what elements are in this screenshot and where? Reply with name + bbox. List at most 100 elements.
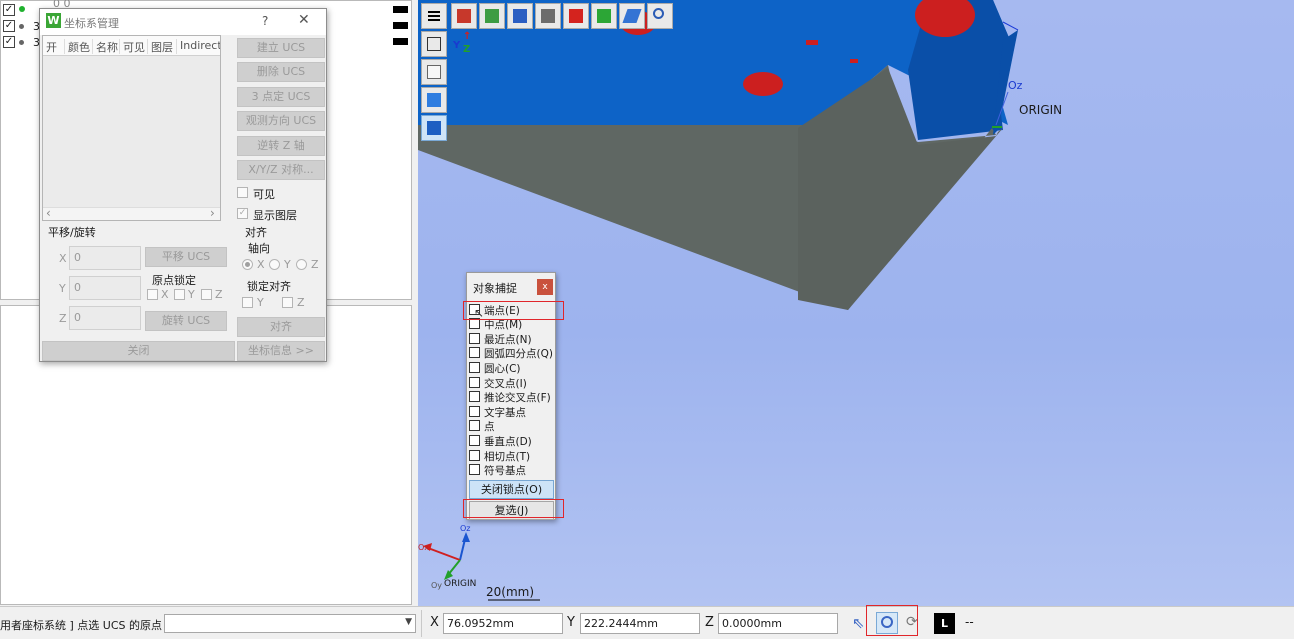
y-coord-field[interactable]: 222.2444mm bbox=[580, 613, 700, 634]
rotate-ucs-button[interactable]: 旋转 UCS bbox=[145, 311, 227, 331]
view-shaded-edges-button[interactable] bbox=[421, 115, 447, 141]
view-front-button[interactable] bbox=[451, 3, 477, 29]
column-header-color[interactable]: 颜色 bbox=[65, 39, 93, 54]
z-offset-input[interactable]: 0 bbox=[69, 306, 141, 330]
snap-item-tangent[interactable]: 相切点(T) bbox=[469, 449, 555, 463]
column-header-visible[interactable]: 可见 bbox=[120, 39, 148, 54]
command-input-combo[interactable]: ▼ bbox=[164, 614, 416, 633]
translate-ucs-button[interactable]: 平移 UCS bbox=[145, 247, 227, 267]
create-ucs-button[interactable]: 建立 UCS bbox=[237, 38, 325, 58]
shaded-edges-icon bbox=[427, 121, 441, 135]
visible-checkbox[interactable] bbox=[237, 187, 248, 198]
three-point-ucs-button[interactable]: 3 点定 UCS bbox=[237, 87, 325, 107]
column-header-layer[interactable]: 图层 bbox=[148, 39, 177, 54]
help-button[interactable]: ? bbox=[262, 14, 268, 28]
snap-checkbox[interactable] bbox=[469, 377, 480, 388]
snap-item-quadrant[interactable]: 圆弧四分点(Q) bbox=[469, 346, 555, 360]
cube-right-icon bbox=[485, 9, 499, 23]
view-left-button[interactable] bbox=[591, 3, 617, 29]
lock-align-y-checkbox[interactable] bbox=[242, 297, 253, 308]
layer-visible-checkbox[interactable]: ✓ bbox=[3, 4, 15, 16]
view-shaded-button[interactable] bbox=[421, 87, 447, 113]
dialog-close-button[interactable]: 关闭 bbox=[42, 341, 235, 361]
lock-x-checkbox[interactable] bbox=[147, 289, 158, 300]
snap-item-nearest[interactable]: 最近点(N) bbox=[469, 332, 555, 346]
snap-item-perpendicular[interactable]: 垂直点(D) bbox=[469, 434, 555, 448]
column-header-name[interactable]: 名称 bbox=[93, 39, 120, 54]
axis-x-radio[interactable] bbox=[242, 259, 253, 270]
dialog-titlebar[interactable]: W 坐标系管理 ? ✕ bbox=[40, 9, 326, 35]
origin-label: ORIGIN bbox=[1019, 103, 1063, 117]
view-top-button[interactable] bbox=[507, 3, 533, 29]
view-rotate-button[interactable] bbox=[535, 3, 561, 29]
lock-align-z-checkbox[interactable] bbox=[282, 297, 293, 308]
layer-visible-checkbox[interactable]: ✓ bbox=[3, 20, 15, 32]
reverse-z-axis-button[interactable]: 逆转 Z 轴 bbox=[237, 136, 325, 156]
lock-z-checkbox[interactable] bbox=[201, 289, 212, 300]
snap-item-symbol-base[interactable]: 符号基点 bbox=[469, 463, 555, 477]
snap-item-text-base[interactable]: 文字基点 bbox=[469, 405, 555, 419]
chevron-down-icon[interactable]: ▼ bbox=[405, 617, 412, 627]
snap-checkbox[interactable] bbox=[469, 362, 480, 373]
snap-off-button[interactable]: 关闭锁点(O) bbox=[469, 480, 554, 499]
mirror-xyz-button[interactable]: X/Y/Z 对称... bbox=[237, 160, 325, 180]
cube-rotate-icon bbox=[541, 9, 555, 23]
scroll-left-icon[interactable]: ‹ bbox=[46, 206, 51, 220]
layer-visible-checkbox[interactable]: ✓ bbox=[3, 36, 15, 48]
delete-ucs-button[interactable]: 删除 UCS bbox=[237, 62, 325, 82]
cube-bottom-icon bbox=[622, 9, 642, 23]
lock-y-checkbox[interactable] bbox=[174, 289, 185, 300]
snap-item-intersection[interactable]: 交叉点(I) bbox=[469, 376, 555, 390]
axis-y-radio[interactable] bbox=[269, 259, 280, 270]
y-coord-label: Y bbox=[567, 615, 575, 630]
layer-badge[interactable]: L bbox=[934, 613, 955, 634]
snap-item-apparent-intersection[interactable]: 推论交叉点(F) bbox=[469, 390, 555, 404]
view-iso-button[interactable] bbox=[421, 31, 447, 57]
z-coord-field[interactable]: 0.0000mm bbox=[718, 613, 838, 634]
snap-checkbox[interactable] bbox=[469, 435, 480, 446]
close-icon[interactable]: ✕ bbox=[298, 12, 310, 28]
column-header-on[interactable]: 开 bbox=[43, 39, 65, 54]
view-direction-ucs-button[interactable]: 观测方向 UCS bbox=[237, 111, 325, 131]
visible-label: 可见 bbox=[253, 188, 275, 201]
active-layer-indicator bbox=[19, 6, 25, 12]
coordinate-info-button[interactable]: 坐标信息 >> bbox=[237, 341, 325, 361]
show-layer-checkbox[interactable]: ✓ bbox=[237, 208, 248, 219]
x-offset-input[interactable]: 0 bbox=[69, 246, 141, 270]
lock-y-label: Y bbox=[188, 288, 195, 301]
x-coord-field[interactable]: 76.0952mm bbox=[443, 613, 563, 634]
ucs-list-header: 开 颜色 名称 可见 图层 Indirect bbox=[43, 36, 220, 56]
menu-button[interactable] bbox=[421, 3, 447, 29]
axis-z-label: Z bbox=[311, 258, 319, 271]
snap-checkbox[interactable] bbox=[469, 347, 480, 358]
layer-color-swatch[interactable] bbox=[393, 38, 408, 45]
snap-item-point[interactable]: 点 bbox=[469, 419, 555, 433]
snap-item-center[interactable]: 圆心(C) bbox=[469, 361, 555, 375]
snap-checkbox[interactable] bbox=[469, 406, 480, 417]
x-coord-label: X bbox=[430, 615, 439, 630]
view-wireframe-button[interactable] bbox=[421, 59, 447, 85]
y-offset-input[interactable]: 0 bbox=[69, 276, 141, 300]
view-right-button[interactable] bbox=[479, 3, 505, 29]
snap-checkbox[interactable] bbox=[469, 333, 480, 344]
horizontal-scrollbar[interactable]: ‹ › bbox=[43, 206, 220, 220]
ucs-z-label: Z bbox=[463, 44, 471, 55]
align-button[interactable]: 对齐 bbox=[237, 317, 325, 337]
view-bottom-button[interactable] bbox=[619, 3, 645, 29]
snap-checkbox[interactable] bbox=[469, 420, 480, 431]
scroll-right-icon[interactable]: › bbox=[210, 206, 215, 220]
axis-oy-label: Oy bbox=[431, 581, 443, 590]
close-icon[interactable]: x bbox=[537, 279, 553, 295]
view-back-button[interactable] bbox=[563, 3, 589, 29]
ucs-view-button[interactable]: ↑ Y Z bbox=[449, 31, 475, 57]
axis-z-radio[interactable] bbox=[296, 259, 307, 270]
column-header-indirect[interactable]: Indirect bbox=[177, 39, 220, 54]
layer-color-swatch[interactable] bbox=[393, 6, 408, 13]
model-edge bbox=[1002, 21, 1019, 31]
ucs-list[interactable]: 开 颜色 名称 可见 图层 Indirect ‹ › bbox=[42, 35, 221, 221]
snap-checkbox[interactable] bbox=[469, 464, 480, 475]
snap-checkbox[interactable] bbox=[469, 391, 480, 402]
snap-checkbox[interactable] bbox=[469, 450, 480, 461]
layer-color-swatch[interactable] bbox=[393, 22, 408, 29]
zoom-window-button[interactable] bbox=[647, 3, 673, 29]
